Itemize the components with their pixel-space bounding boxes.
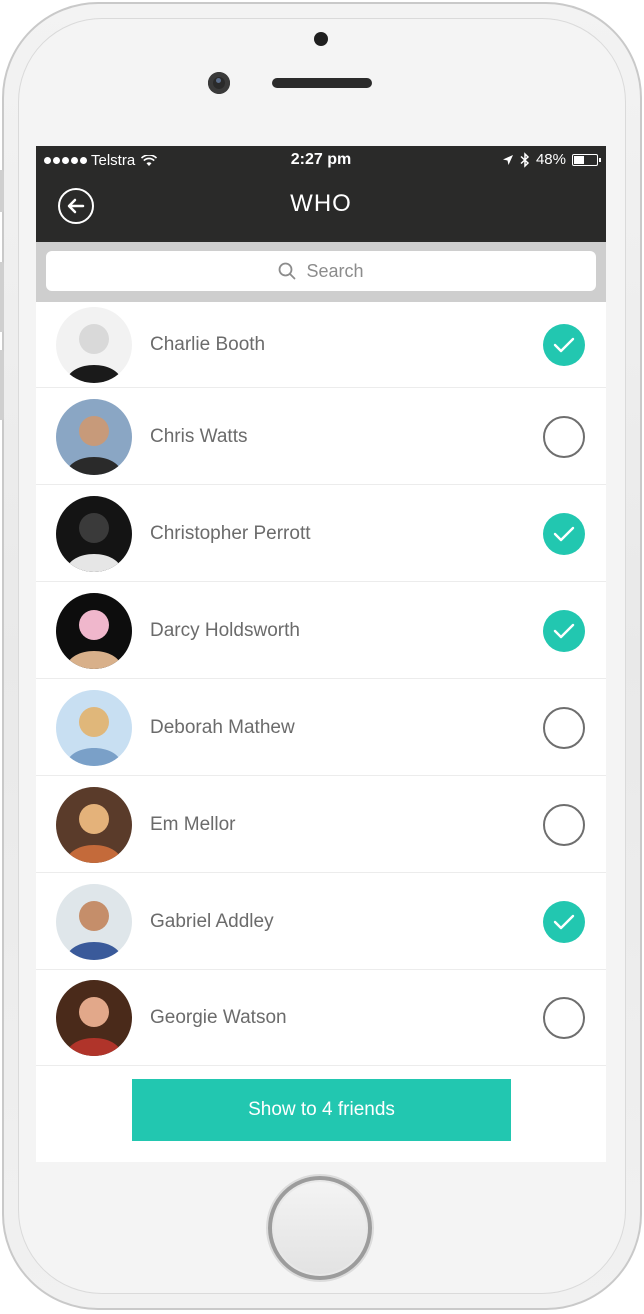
battery-percent: 48% (535, 151, 566, 168)
friend-row[interactable]: Deborah Mathew (36, 679, 606, 776)
volume-up-button (0, 262, 4, 332)
friend-row[interactable]: Georgie Watson (36, 970, 606, 1066)
search-input[interactable]: Search (46, 251, 596, 291)
friend-row[interactable]: Em Mellor (36, 776, 606, 873)
friend-name: Em Mellor (150, 814, 236, 835)
bluetooth-icon (520, 151, 530, 168)
battery-icon (572, 153, 601, 166)
friend-name: Deborah Mathew (150, 717, 295, 738)
friend-name: Chris Watts (150, 426, 248, 447)
friend-name: Gabriel Addley (150, 911, 274, 932)
friend-name: Georgie Watson (150, 1007, 287, 1028)
friend-row[interactable]: Darcy Holdsworth (36, 582, 606, 679)
unchecked-circle-icon[interactable] (543, 416, 585, 458)
friend-row[interactable]: Charlie Booth (36, 302, 606, 388)
friend-name: Charlie Booth (150, 334, 266, 355)
app-screen: Telstra 2:27 pm 48% WHO Search Charlie B… (36, 146, 606, 1162)
avatar (56, 884, 132, 960)
avatar (56, 690, 132, 766)
avatar (56, 496, 132, 572)
unchecked-circle-icon[interactable] (543, 707, 585, 749)
avatar (56, 593, 132, 669)
friend-name: Darcy Holdsworth (150, 620, 300, 641)
search-placeholder: Search (306, 260, 364, 281)
unchecked-circle-icon[interactable] (543, 804, 585, 846)
front-camera (208, 72, 230, 94)
friend-row[interactable]: Christopher Perrott (36, 485, 606, 582)
avatar (56, 787, 132, 863)
show-to-friends-button[interactable]: Show to 4 friends (132, 1079, 511, 1141)
earpiece-speaker (272, 78, 372, 88)
friend-list: Charlie Booth Chris Watts Christopher Perr… (36, 302, 606, 1066)
battery-level (574, 155, 584, 164)
avatar (56, 307, 132, 383)
status-right: 48% (502, 151, 601, 168)
proximity-sensor (314, 32, 328, 46)
home-button[interactable] (268, 1176, 372, 1280)
checked-icon[interactable] (543, 901, 585, 943)
checked-icon[interactable] (543, 610, 585, 652)
mute-switch (0, 170, 4, 212)
checked-icon[interactable] (543, 324, 585, 366)
friend-row[interactable]: Chris Watts (36, 388, 606, 485)
friend-row[interactable]: Gabriel Addley (36, 873, 606, 970)
search-bar: Search (36, 242, 606, 302)
avatar (56, 980, 132, 1056)
search-icon (279, 262, 296, 280)
nav-bar: WHO (36, 176, 606, 242)
status-bar: Telstra 2:27 pm 48% (36, 146, 606, 176)
unchecked-circle-icon[interactable] (543, 997, 585, 1039)
page-title: WHO (290, 190, 352, 217)
friend-name: Christopher Perrott (150, 523, 311, 544)
checked-icon[interactable] (543, 513, 585, 555)
volume-down-button (0, 350, 4, 420)
avatar (56, 399, 132, 475)
location-arrow-icon (502, 154, 513, 165)
